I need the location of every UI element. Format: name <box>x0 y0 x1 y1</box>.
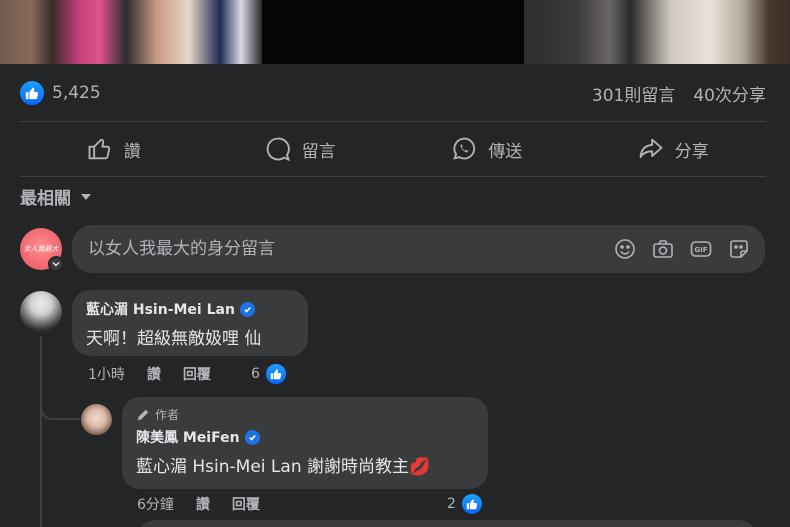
shares-count-link[interactable]: 40次分享 <box>693 81 766 106</box>
thumbs-up-icon <box>88 138 110 160</box>
page-avatar-logo-text: 女人我最大 <box>23 245 59 253</box>
post-photo-2[interactable] <box>262 0 524 64</box>
send-button[interactable]: 傳送 <box>393 126 580 172</box>
reply-reply-button[interactable]: 回覆 <box>232 494 260 514</box>
comment-input[interactable] <box>88 239 613 259</box>
gif-icon[interactable]: GIF <box>689 237 713 261</box>
caret-down-icon <box>81 193 91 200</box>
emoji-icon[interactable] <box>613 237 637 261</box>
comment-reactions[interactable]: 6 <box>251 362 288 386</box>
reply-reactions[interactable]: 2 <box>447 492 484 516</box>
reply-text: 藍心湄 Hsin-Mei Lan 謝謝時尚教主💋 <box>136 452 474 477</box>
author-tag: 作者 <box>136 406 474 423</box>
comment-sort-dropdown[interactable]: 最相關 <box>20 184 93 209</box>
reply-author-avatar[interactable] <box>81 404 112 435</box>
comments-count-link[interactable]: 301則留言 <box>592 81 675 106</box>
reaction-count: 6 <box>251 366 260 382</box>
verified-badge-icon <box>239 301 255 317</box>
comment-composer: GIF <box>72 225 765 273</box>
comment-timestamp[interactable]: 1小時 <box>88 364 125 384</box>
sort-label: 最相關 <box>20 189 71 209</box>
post-photo-1[interactable] <box>0 0 262 64</box>
post-photo-3[interactable] <box>524 0 790 64</box>
profile-switch-badge[interactable] <box>48 256 64 272</box>
reply-timestamp[interactable]: 6分鐘 <box>137 494 174 514</box>
like-button-label: 讚 <box>123 141 141 162</box>
reply-author-name[interactable]: 陳美鳳 MeiFen <box>136 427 240 447</box>
commenter-avatar[interactable] <box>20 291 62 333</box>
composer-toolbar: GIF <box>613 237 765 261</box>
comment-meta: 1小時 讚 回覆 <box>88 364 233 384</box>
reply-message: 謝謝時尚教主💋 <box>307 457 431 477</box>
post-action-bar: 讚 留言 傳送 分享 <box>20 126 766 172</box>
divider <box>20 176 766 177</box>
like-summary[interactable]: 5,425 <box>20 81 101 105</box>
comment-reply-button[interactable]: 回覆 <box>183 364 211 384</box>
reply-like-button[interactable]: 讚 <box>196 494 210 514</box>
reply-mention[interactable]: 藍心湄 Hsin-Mei Lan <box>136 457 302 477</box>
comment-author-name[interactable]: 藍心湄 Hsin-Mei Lan <box>86 299 235 319</box>
like-count: 5,425 <box>52 83 101 103</box>
verified-badge-icon <box>244 429 260 445</box>
comment-author[interactable]: 藍心湄 Hsin-Mei Lan <box>86 299 294 319</box>
whatsapp-icon <box>453 137 476 160</box>
next-reply-bubble <box>137 520 757 527</box>
like-button[interactable]: 讚 <box>20 126 207 172</box>
reply-author[interactable]: 陳美鳳 MeiFen <box>136 427 474 447</box>
reply-bubble: 作者 陳美鳳 MeiFen 藍心湄 Hsin-Mei Lan 謝謝時尚教主💋 <box>122 397 488 489</box>
comment-text: 天啊！超級無敵㚫哩 仙 <box>86 329 262 349</box>
pencil-icon <box>137 409 149 420</box>
reaction-count: 2 <box>447 496 456 512</box>
like-reaction-icon <box>459 492 484 516</box>
comment-like-button[interactable]: 讚 <box>147 364 161 384</box>
comment-bubble: 藍心湄 Hsin-Mei Lan 天啊！超級無敵㚫哩 仙 <box>72 290 308 356</box>
reply-connector <box>40 404 80 420</box>
author-tag-label: 作者 <box>155 408 180 422</box>
share-button-label: 分享 <box>674 141 709 162</box>
comment-bubble-icon <box>266 137 290 162</box>
like-reaction-icon <box>20 81 44 105</box>
chevron-down-icon <box>52 262 60 267</box>
post-stats: 5,425 301則留言 40次分享 <box>20 78 766 108</box>
thread-line <box>40 336 42 527</box>
send-button-label: 傳送 <box>488 141 523 162</box>
like-reaction-icon <box>263 362 288 386</box>
post-photo-strip[interactable] <box>0 0 790 64</box>
share-arrow-icon <box>639 138 663 159</box>
camera-icon[interactable] <box>651 237 675 261</box>
share-button[interactable]: 分享 <box>580 126 767 172</box>
reply-meta: 6分鐘 讚 回覆 <box>137 494 282 514</box>
comment-button[interactable]: 留言 <box>207 126 394 172</box>
divider <box>20 121 766 122</box>
comment-button-label: 留言 <box>301 141 336 162</box>
svg-text:GIF: GIF <box>694 246 707 254</box>
sticker-icon[interactable] <box>727 237 751 261</box>
